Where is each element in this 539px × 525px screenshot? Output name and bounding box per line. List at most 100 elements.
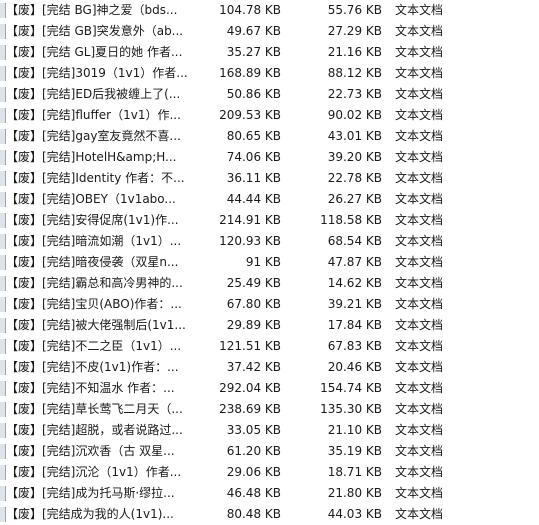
file-size: 50.86 KB [226,87,281,101]
file-type: 文本文档 [395,423,444,437]
file-row[interactable]: 【废】[完结]霸总和高冷男神的... 25.49 KB 14.62 KB 文本文档 [0,273,539,294]
file-size: 121.51 KB [219,339,281,353]
compressed-size: 135.30 KB [320,402,382,416]
file-size: 49.67 KB [226,24,281,38]
file-name: 【废】[完结]gay室友竟然不喜... [6,129,181,143]
file-row[interactable]: 【废】[完结]gay室友竟然不喜... 80.65 KB 43.01 KB 文本文档 [0,126,539,147]
file-type: 文本文档 [395,507,444,521]
file-name: 【废】[完结]ED后我被缠上了(... [6,87,181,101]
file-size: 37.42 KB [226,360,281,374]
file-list: 【废】[完结 BG]神之爱（bds... 104.78 KB 55.76 KB 文本文… [0,0,539,525]
file-size: 29.89 KB [226,318,281,332]
file-size: 292.04 KB [219,381,281,395]
file-row[interactable]: 【废】[完结]不皮(1v1)作者：... 37.42 KB 20.46 KB 文本文档 [0,357,539,378]
file-size: 120.93 KB [219,234,281,248]
file-type: 文本文档 [395,276,444,290]
file-row[interactable]: 【废】[完结]被大佬强制后(1v1... 29.89 KB 17.84 KB 文本文档 [0,315,539,336]
file-size: 104.78 KB [219,3,281,17]
compressed-size: 43.01 KB [327,129,382,143]
file-size: 29.06 KB [226,465,281,479]
file-type: 文本文档 [395,381,444,395]
file-type: 文本文档 [395,87,444,101]
file-row[interactable]: 【废】[完结]宝贝(ABO)作者：... 67.80 KB 39.21 KB 文本文档 [0,294,539,315]
file-size: 91 KB [245,255,281,269]
file-type: 文本文档 [395,465,444,479]
compressed-size: 22.78 KB [327,171,382,185]
file-row[interactable]: 【废】[完结]OBEY（1v1abo... 44.44 KB 26.27 KB 文本文… [0,189,539,210]
file-type: 文本文档 [395,213,444,227]
file-row[interactable]: 【废】[完结]草长莺飞二月天（... 238.69 KB 135.30 KB 文本文档 [0,399,539,420]
file-name: 【废】[完结 GL]夏日的她 作者... [6,45,183,59]
file-name: 【废】[完结]3019（1v1）作者... [6,66,188,80]
file-row[interactable]: 【废】[完结]暗夜侵袭（双星n... 91 KB 47.87 KB 文本文档 [0,252,539,273]
file-name: 【废】[完结]安得促席(1v1)作... [6,213,179,227]
file-row[interactable]: 【废】[完结 GB]突发意外（ab... 49.67 KB 27.29 KB 文本文档 [0,21,539,42]
compressed-size: 21.10 KB [327,423,382,437]
file-size: 80.65 KB [226,129,281,143]
file-size: 44.44 KB [226,192,281,206]
compressed-size: 39.20 KB [327,150,382,164]
file-size: 209.53 KB [219,108,281,122]
file-name: 【废】[完结成为我的人(1v1)... [6,507,174,521]
file-row[interactable]: 【废】[完结]不二之臣（1v1）... 121.51 KB 67.83 KB 文本文档 [0,336,539,357]
file-row[interactable]: 【废】[完结]沉沦（1v1）作者... 29.06 KB 18.71 KB 文本文档 [0,462,539,483]
file-type: 文本文档 [395,486,444,500]
file-row[interactable]: 【废】[完结成为我的人(1v1)... 80.48 KB 44.03 KB 文本文档 [0,504,539,525]
compressed-size: 20.46 KB [327,360,382,374]
file-row[interactable]: 【废】[完结 BG]神之爱（bds... 104.78 KB 55.76 KB 文本文… [0,0,539,21]
file-row[interactable]: 【废】[完结]超脱，或者说路过... 33.05 KB 21.10 KB 文本文档 [0,420,539,441]
file-size: 35.27 KB [226,45,281,59]
file-row[interactable]: 【废】[完结]3019（1v1）作者... 168.89 KB 88.12 KB 文本… [0,63,539,84]
file-size: 74.06 KB [226,150,281,164]
compressed-size: 26.27 KB [327,192,382,206]
file-row[interactable]: 【废】[完结]Identity 作者：不... 36.11 KB 22.78 KB 文… [0,168,539,189]
file-size: 67.80 KB [226,297,281,311]
file-row[interactable]: 【废】[完结]沉欢香（古 双星... 61.20 KB 35.19 KB 文本文档 [0,441,539,462]
compressed-size: 27.29 KB [327,24,382,38]
file-type: 文本文档 [395,360,444,374]
compressed-size: 22.73 KB [327,87,382,101]
file-row[interactable]: 【废】[完结]成为托马斯·缪拉... 46.48 KB 21.80 KB 文本文档 [0,483,539,504]
file-type: 文本文档 [395,402,444,416]
file-row[interactable]: 【废】[完结]HotelH&amp;H... 74.06 KB 39.20 KB 文本… [0,147,539,168]
file-name: 【废】[完结]HotelH&amp;H... [6,150,177,164]
file-row[interactable]: 【废】[完结]不知温水 作者：... 292.04 KB 154.74 KB 文本文档 [0,378,539,399]
file-type: 文本文档 [395,3,444,17]
file-size: 168.89 KB [219,66,281,80]
file-size: 238.69 KB [219,402,281,416]
file-row[interactable]: 【废】[完结 GL]夏日的她 作者... 35.27 KB 21.16 KB 文本文档 [0,42,539,63]
file-type: 文本文档 [395,45,444,59]
compressed-size: 21.16 KB [327,45,382,59]
file-row[interactable]: 【废】[完结]安得促席(1v1)作... 214.91 KB 118.58 KB 文本… [0,210,539,231]
compressed-size: 154.74 KB [320,381,382,395]
file-size: 33.05 KB [226,423,281,437]
file-name: 【废】[完结]被大佬强制后(1v1... [6,318,186,332]
compressed-size: 90.02 KB [327,108,382,122]
file-type: 文本文档 [395,108,444,122]
file-row[interactable]: 【废】[完结]暗流如潮（1v1）... 120.93 KB 68.54 KB 文本文档 [0,231,539,252]
compressed-size: 118.58 KB [320,213,382,227]
file-type: 文本文档 [395,318,444,332]
compressed-size: 44.03 KB [327,507,382,521]
file-type: 文本文档 [395,255,444,269]
compressed-size: 17.84 KB [327,318,382,332]
file-size: 46.48 KB [226,486,281,500]
file-name: 【废】[完结]沉沦（1v1）作者... [6,465,182,479]
compressed-size: 39.21 KB [327,297,382,311]
file-name: 【废】[完结]超脱，或者说路过... [6,423,183,437]
file-type: 文本文档 [395,192,444,206]
file-type: 文本文档 [395,150,444,164]
file-name: 【废】[完结]暗夜侵袭（双星n... [6,255,179,269]
compressed-size: 88.12 KB [327,66,382,80]
file-size: 80.48 KB [226,507,281,521]
file-size: 36.11 KB [226,171,281,185]
compressed-size: 18.71 KB [327,465,382,479]
file-type: 文本文档 [395,24,444,38]
file-name: 【废】[完结]成为托马斯·缪拉... [6,486,175,500]
file-type: 文本文档 [395,444,444,458]
file-name: 【废】[完结]沉欢香（古 双星... [6,444,175,458]
file-row[interactable]: 【废】[完结]ED后我被缠上了(... 50.86 KB 22.73 KB 文本文档 [0,84,539,105]
file-row[interactable]: 【废】[完结]fluffer（1v1）作... 209.53 KB 90.02 KB… [0,105,539,126]
compressed-size: 14.62 KB [327,276,382,290]
file-type: 文本文档 [395,339,444,353]
